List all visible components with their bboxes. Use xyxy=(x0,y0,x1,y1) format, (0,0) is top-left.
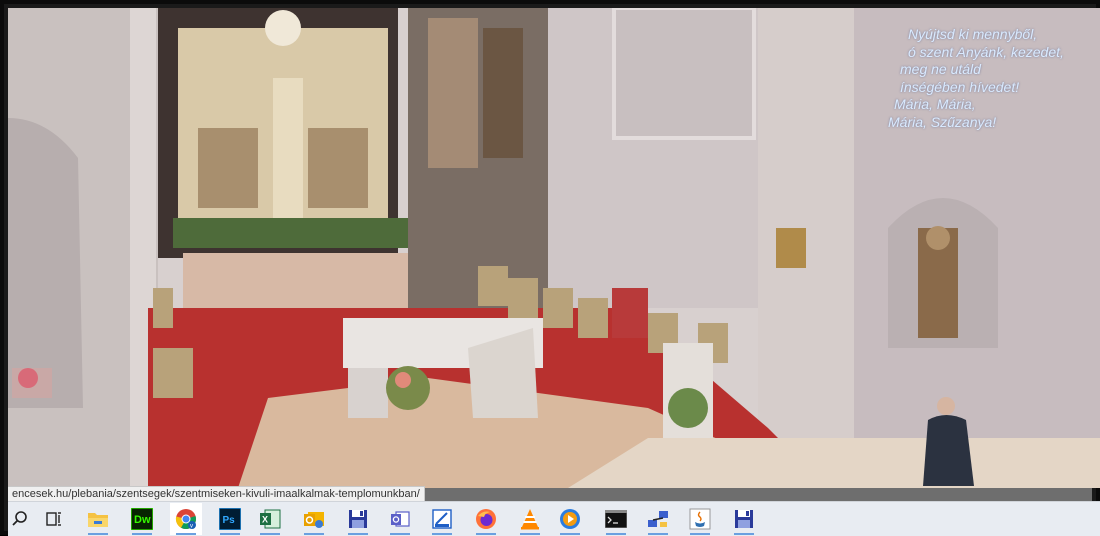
taskbar-editor[interactable] xyxy=(430,507,454,535)
taskbar: Dw v Ps X xyxy=(8,501,1100,536)
lyrics-line: Nyújtsd ki mennyből, xyxy=(908,26,1038,42)
svg-text:X: X xyxy=(262,515,268,525)
taskbar-file-explorer[interactable] xyxy=(86,507,110,535)
taskbar-excel[interactable]: X xyxy=(258,507,282,535)
java-icon xyxy=(689,508,711,530)
excel-icon: X xyxy=(260,509,281,529)
taskbar-outlook-alt[interactable] xyxy=(388,507,412,535)
taskbar-photoshop[interactable]: Ps xyxy=(218,507,242,535)
taskbar-media-player[interactable] xyxy=(558,507,582,535)
taskbar-network[interactable] xyxy=(646,507,670,535)
status-bar-background xyxy=(399,488,1092,501)
terminal-icon xyxy=(605,510,627,528)
vlc-icon xyxy=(521,509,539,530)
floppy-icon xyxy=(735,510,753,528)
taskbar-dreamweaver[interactable]: Dw xyxy=(130,507,154,535)
taskbar-java[interactable] xyxy=(688,507,712,535)
folder-icon xyxy=(88,513,108,527)
chrome-icon: v xyxy=(175,509,196,530)
dreamweaver-icon: Dw xyxy=(131,508,153,530)
taskbar-firefox[interactable] xyxy=(474,507,498,535)
taskbar-terminal[interactable] xyxy=(604,507,628,535)
taskbar-outlook[interactable] xyxy=(302,507,326,535)
photoshop-label: Ps xyxy=(223,515,236,526)
song-lyrics-overlay: Nyújtsd ki mennyből, ó szent Anyánk, kez… xyxy=(888,26,1088,131)
taskbar-save-app-2[interactable] xyxy=(732,507,756,535)
lyrics-line: Mária, Szűzanya! xyxy=(888,113,997,130)
task-view-icon xyxy=(46,512,61,526)
search-button[interactable] xyxy=(8,507,32,531)
taskbar-chrome[interactable]: v xyxy=(174,507,198,535)
taskbar-vlc[interactable] xyxy=(518,507,542,535)
dreamweaver-label: Dw xyxy=(134,514,151,526)
lyrics-line: meg ne utáld xyxy=(900,61,981,77)
media-player-icon xyxy=(560,509,580,529)
search-icon xyxy=(12,511,27,526)
window-frame: Nyújtsd ki mennyből, ó szent Anyánk, kez… xyxy=(0,0,1100,536)
lyrics-line: Mária, Mária, xyxy=(894,96,976,112)
photoshop-icon: Ps xyxy=(219,508,241,530)
taskbar-save-app[interactable] xyxy=(346,507,370,535)
lyrics-line: ó szent Anyánk, kezedet, xyxy=(908,43,1064,60)
firefox-icon xyxy=(476,509,496,529)
lyrics-line: ínségében hívedet! xyxy=(900,78,1020,95)
network-icon xyxy=(648,511,668,527)
editor-icon xyxy=(432,509,452,529)
outlook-icon xyxy=(304,512,324,528)
outlook-alt-icon xyxy=(391,511,410,527)
floppy-icon xyxy=(349,510,367,528)
task-view-button[interactable] xyxy=(42,507,66,531)
livestream-video[interactable]: Nyújtsd ki mennyből, ó szent Anyánk, kez… xyxy=(8,8,1100,488)
svg-text:v: v xyxy=(190,524,193,530)
